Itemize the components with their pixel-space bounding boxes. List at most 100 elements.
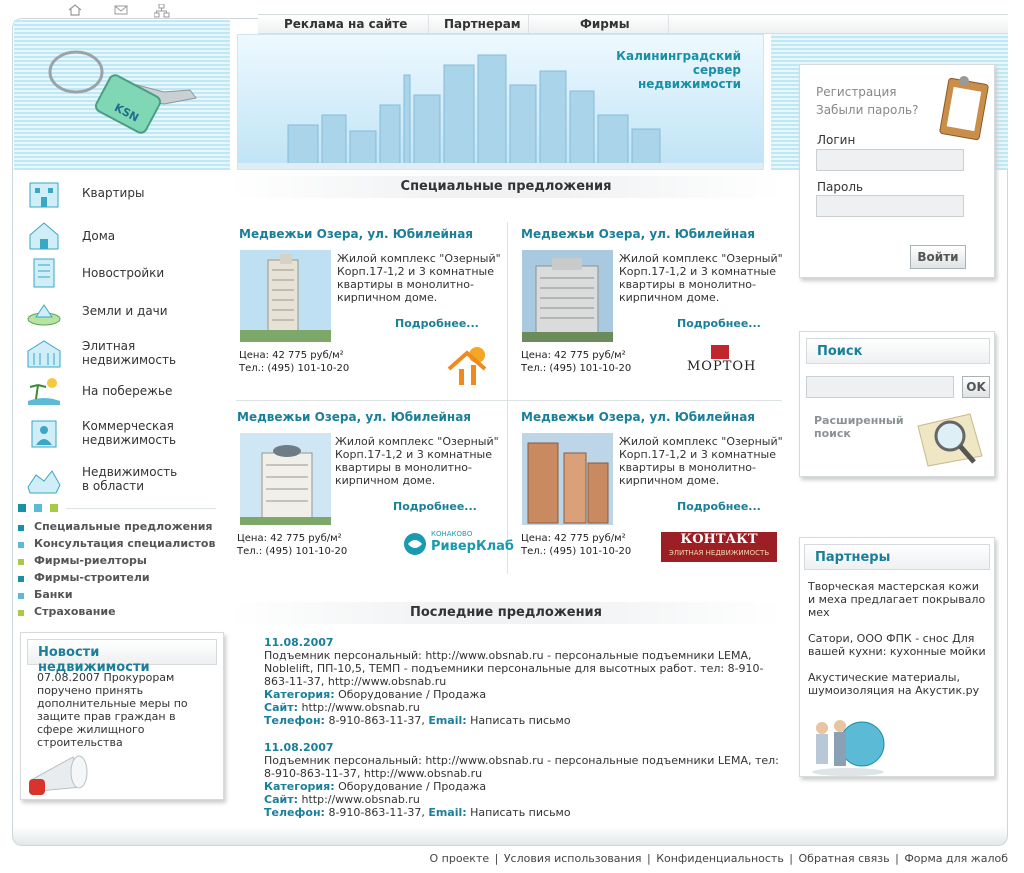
magnifier-icon: [917, 413, 983, 467]
nav-item-firms[interactable]: Фирмы: [580, 17, 630, 31]
offer-card: Медвежьи Озера, ул. Юбилейная Жилой комп…: [521, 227, 791, 407]
menu-item-region[interactable]: Недвижимость в области: [14, 461, 228, 497]
side-link-realtors[interactable]: Фирмы-риелторы: [18, 554, 228, 571]
people-globe-icon: [812, 720, 885, 776]
record-email-link[interactable]: Написать письмо: [470, 806, 570, 819]
menu-item-commercial[interactable]: Коммерческая недвижимость: [14, 415, 228, 451]
side-link-builders[interactable]: Фирмы-строители: [18, 571, 228, 588]
megaphone-icon: [29, 755, 88, 795]
offer-description: Жилой комплекс "Озерный" Корп.17-1,2 и 3…: [619, 435, 783, 487]
nav-item-partners[interactable]: Партнерам: [444, 17, 521, 31]
offer-title[interactable]: Медвежьи Озера, ул. Юбилейная: [237, 410, 471, 424]
footer-link-about[interactable]: О проекте: [429, 852, 489, 865]
footer-link-terms[interactable]: Условия использования: [504, 852, 642, 865]
banner-title: Калининградский сервер недвижимости: [616, 49, 741, 91]
record-date[interactable]: 11.08.2007: [264, 636, 784, 649]
side-links: Специальные предложения Консультация спе…: [18, 520, 228, 622]
search-heading: Поиск: [806, 338, 990, 364]
side-link-banks[interactable]: Банки: [18, 588, 228, 605]
menu-item-new-buildings[interactable]: Новостройки: [14, 255, 228, 291]
elite-icon: [26, 337, 62, 369]
record-category[interactable]: Оборудование / Продажа: [338, 780, 486, 793]
offer-price: Цена: 42 775 руб/м² Тел.: (495) 101-10-20: [521, 350, 632, 374]
apartment-icon: [26, 177, 62, 209]
record-date[interactable]: 11.08.2007: [264, 741, 784, 754]
offer-title[interactable]: Медвежьи Озера, ул. Юбилейная: [239, 227, 473, 241]
partner-item[interactable]: Акустические материалы, шумоизоляция на …: [808, 671, 988, 697]
search-ok-button[interactable]: OK: [962, 376, 990, 398]
special-offers-heading: Специальные предложения: [228, 176, 784, 198]
offer-price: Цена: 42 775 руб/м² Тел.: (495) 101-10-20: [239, 350, 350, 374]
register-link[interactable]: Регистрация: [816, 83, 918, 101]
offer-description: Жилой комплекс "Озерный" Корп.17-1,2 и 3…: [619, 252, 783, 304]
offer-card: Медвежьи Озера, ул. Юбилейная Жилой комп…: [237, 410, 514, 590]
riverclub-logo[interactable]: КОНАКОВО РиверКлаб: [403, 530, 514, 560]
offer-more-link[interactable]: Подробнее...: [395, 317, 479, 330]
divider: [66, 508, 216, 509]
record-category[interactable]: Оборудование / Продажа: [338, 688, 486, 701]
record-email-link[interactable]: Написать письмо: [470, 714, 570, 727]
side-link-insurance[interactable]: Страхование: [18, 605, 228, 622]
offer-photo[interactable]: [240, 433, 331, 525]
latest-offers-heading: Последние предложения: [228, 602, 784, 624]
partner-item[interactable]: Сатори, ООО ФПК - снос Для вашей кухни: …: [808, 632, 988, 658]
side-link-consult[interactable]: Консультация специалистов: [18, 537, 228, 554]
login-box: Регистрация Забыли пароль? Логин Пароль …: [799, 64, 995, 278]
offer-more-link[interactable]: Подробнее...: [677, 500, 761, 513]
forgot-password-link[interactable]: Забыли пароль?: [816, 101, 918, 119]
offer-photo[interactable]: [522, 250, 613, 342]
menu-item-houses[interactable]: Дома: [14, 217, 228, 253]
commercial-icon: [26, 417, 62, 449]
offer-photo[interactable]: [240, 250, 331, 342]
login-button[interactable]: Войти: [910, 245, 966, 269]
advanced-search-link[interactable]: Расширенный поиск: [814, 414, 914, 440]
home-icon[interactable]: [68, 4, 82, 16]
top-navigation: Реклама на сайте Партнерам Фирмы: [258, 14, 1008, 34]
footer-links: О проекте | Условия использования | Конф…: [429, 852, 1008, 865]
menu-item-land[interactable]: Земли и дачи: [14, 293, 228, 329]
partner-item[interactable]: Творческая мастерская кожи и меха предла…: [808, 580, 988, 619]
login-label: Логин: [817, 133, 856, 147]
top-icons: [68, 3, 178, 18]
footer-link-privacy[interactable]: Конфиденциальность: [656, 852, 784, 865]
menu-item-elite[interactable]: Элитная недвижимость: [14, 335, 228, 371]
morton-logo[interactable]: МОРТОН: [687, 345, 755, 379]
logo[interactable]: KSN: [14, 20, 230, 170]
password-input[interactable]: [816, 195, 964, 217]
offer-more-link[interactable]: Подробнее...: [677, 317, 761, 330]
record-site[interactable]: http://www.obsnab.ru: [301, 701, 419, 714]
footer-link-complaints[interactable]: Форма для жалоб: [904, 852, 1008, 865]
news-heading[interactable]: Новости недвижимости: [27, 639, 217, 675]
login-input[interactable]: [816, 149, 964, 171]
decor-square: [34, 504, 42, 512]
latest-offers-list: 11.08.2007 Подъемник персональный: http:…: [264, 636, 784, 833]
search-input[interactable]: [806, 376, 954, 398]
footer-link-feedback[interactable]: Обратная связь: [799, 852, 890, 865]
offer-photo[interactable]: [522, 433, 613, 525]
partners-box: Партнеры Творческая мастерская кожи и ме…: [799, 537, 995, 777]
kontakt-logo[interactable]: КОНТАКТ ЭЛИТНАЯ НЕДВИЖИМОСТЬ: [661, 532, 777, 562]
city-banner: Калининградский сервер недвижимости: [237, 34, 764, 170]
decor-square: [18, 504, 26, 512]
offer-card: Медвежьи Озера, ул. Юбилейная Жилой комп…: [521, 410, 791, 590]
menu-item-beach[interactable]: На побережье: [14, 373, 228, 409]
sun-house-logo[interactable]: [445, 343, 495, 387]
offer-description: Жилой комплекс "Озерный" Корп.17-1,2 и 3…: [337, 252, 501, 304]
menu-item-apartments[interactable]: Квартиры: [14, 175, 228, 211]
news-text[interactable]: 07.08.2007 Прокурорам поручено принять д…: [37, 671, 207, 749]
offer-more-link[interactable]: Подробнее...: [393, 500, 477, 513]
decor-square: [50, 504, 58, 512]
side-link-special[interactable]: Специальные предложения: [18, 520, 228, 537]
nav-item-advertising[interactable]: Реклама на сайте: [284, 17, 407, 31]
search-box: Поиск OK Расширенный поиск: [799, 331, 995, 477]
offer-title[interactable]: Медвежьи Озера, ул. Юбилейная: [521, 227, 755, 241]
mail-icon[interactable]: [114, 4, 128, 16]
offer-title[interactable]: Медвежьи Озера, ул. Юбилейная: [521, 410, 755, 424]
beach-icon: [26, 375, 62, 407]
sitemap-icon[interactable]: [153, 3, 170, 18]
house-icon: [26, 219, 62, 251]
partners-heading: Партнеры: [804, 544, 990, 570]
offer-card: Медвежьи Озера, ул. Юбилейная Жилой комп…: [239, 227, 509, 407]
record-site[interactable]: http://www.obsnab.ru: [301, 793, 419, 806]
region-icon: [26, 463, 62, 495]
